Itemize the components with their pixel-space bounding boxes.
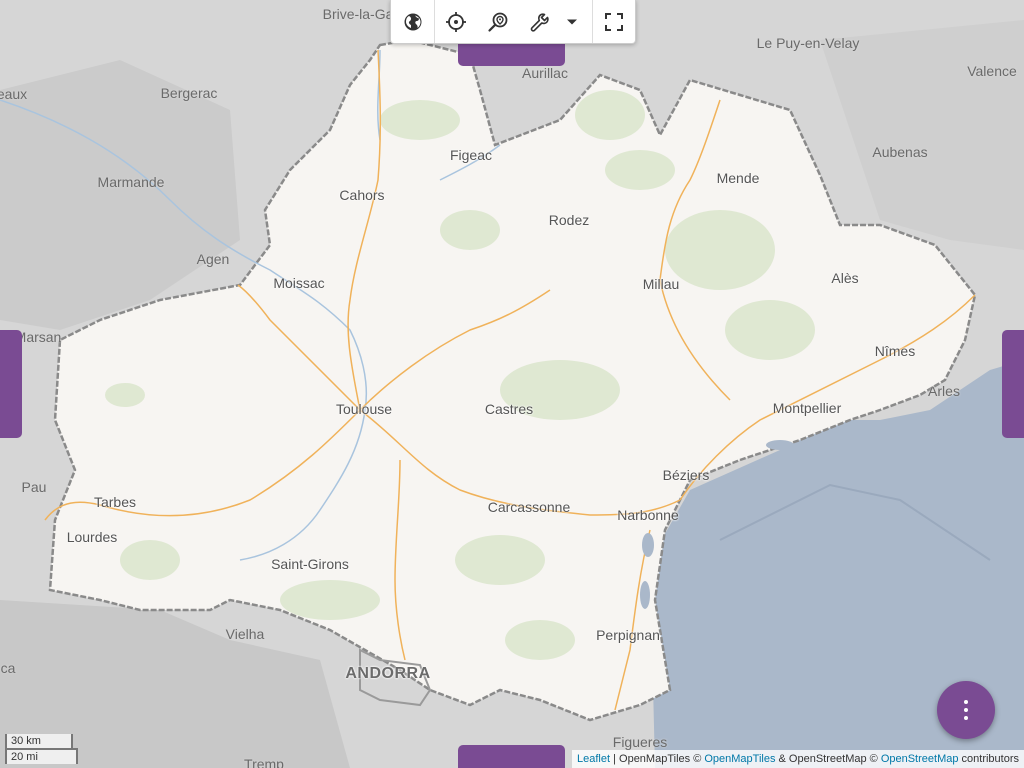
map-label: ca [0, 660, 16, 676]
map-label: Bergerac [160, 85, 218, 101]
tools-dropdown-button[interactable] [561, 0, 583, 43]
map-label: Saint-Girons [271, 556, 349, 572]
map-label: Agen [196, 251, 230, 267]
attribution-text: contributors [958, 753, 1019, 765]
top-panel-tab[interactable] [458, 43, 565, 66]
caret-down-icon [567, 19, 577, 24]
map-label: Montpellier [772, 400, 842, 416]
map-label: Marmande [97, 174, 165, 190]
openstreetmap-link[interactable]: OpenStreetMap [881, 753, 959, 765]
map-label: Le Puy-en-Velay [756, 35, 860, 51]
globe-button[interactable] [391, 0, 434, 43]
right-panel-tab[interactable] [1002, 330, 1024, 438]
map-label: Rodez [548, 212, 590, 228]
more-options-button[interactable] [937, 681, 995, 739]
map-scale: 30 km 20 mi [5, 734, 78, 764]
attribution-text: | OpenMapTiles © [610, 753, 705, 765]
attribution-text: & OpenStreetMap © [775, 753, 881, 765]
fullscreen-icon [605, 12, 623, 31]
map-label: Narbonne [617, 507, 679, 523]
map-label: Aubenas [872, 144, 928, 160]
openmaptiles-link[interactable]: OpenMapTiles [704, 753, 775, 765]
map-label: Pau [21, 479, 47, 495]
map-label: Castres [484, 401, 534, 417]
map-label: Vielha [225, 626, 265, 642]
map-label: Tremp [244, 756, 284, 768]
map-label: eaux [0, 86, 28, 102]
country-label: ANDORRA [345, 665, 431, 682]
map-attribution: Leaflet | OpenMapTiles © OpenMapTiles & … [572, 750, 1024, 768]
bottom-panel-tab[interactable] [458, 745, 565, 768]
search-location-button[interactable] [477, 0, 519, 43]
map-label: Figeac [449, 147, 493, 163]
wrench-icon [530, 12, 549, 32]
fullscreen-button[interactable] [593, 0, 635, 43]
globe-icon [404, 13, 421, 30]
crosshair-icon [446, 11, 466, 32]
map-label: Lourdes [66, 529, 118, 545]
map-label: Valence [967, 63, 1017, 79]
left-panel-tab[interactable] [0, 330, 22, 438]
leaflet-link[interactable]: Leaflet [577, 753, 610, 765]
map-label: Alès [831, 270, 859, 286]
map-label: Béziers [662, 467, 710, 483]
map-label: Tarbes [93, 494, 137, 510]
map-label: Millau [642, 276, 680, 292]
map-label: Carcassonne [487, 499, 571, 515]
map-label: Toulouse [335, 401, 393, 417]
map-label: Cahors [339, 187, 385, 203]
more-vertical-icon [964, 698, 968, 722]
map-canvas[interactable]: Brive-la-Ga Aurillac Le Puy-en-Velay Val… [0, 0, 1024, 768]
map-toolbar [390, 0, 636, 44]
map-label: Moissac [273, 275, 325, 291]
locate-button[interactable] [435, 0, 477, 43]
search-location-icon [488, 12, 508, 32]
map-label: Aurillac [522, 65, 568, 81]
map-label: Brive-la-Ga [322, 6, 394, 22]
map-label: Figueres [612, 734, 668, 750]
map-label: Mende [716, 170, 760, 186]
map-label: Perpignan [596, 627, 660, 643]
map-label: Nîmes [874, 343, 916, 359]
scale-imperial: 20 mi [5, 748, 78, 764]
map-tiles [0, 0, 1024, 768]
map-label: Arles [928, 383, 960, 399]
tools-button[interactable] [519, 0, 561, 43]
